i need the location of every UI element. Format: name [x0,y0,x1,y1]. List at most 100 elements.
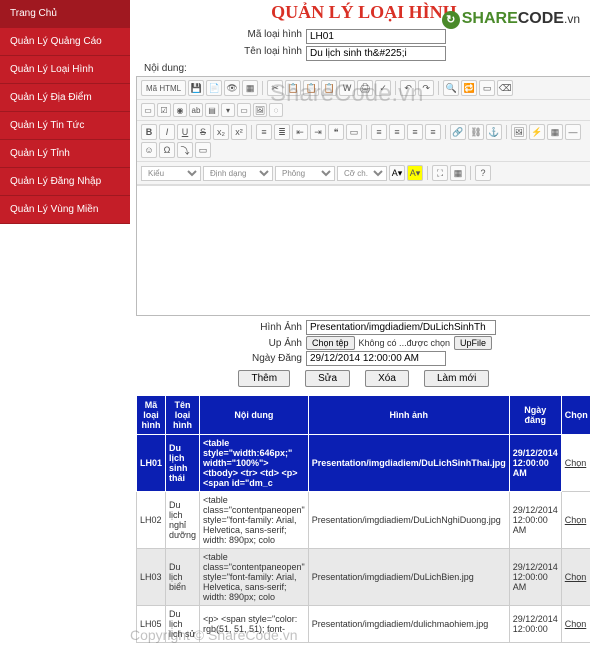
subscript-icon[interactable]: x₂ [213,124,229,140]
sidebar-item-province[interactable]: Quản Lý Tỉnh [0,140,130,168]
about-icon[interactable]: ? [475,165,491,181]
cell-ma: LH02 [137,492,166,549]
upanh-label: Up Ảnh [136,338,306,349]
paste-text-icon[interactable]: 📋 [321,80,337,96]
save-icon[interactable]: 💾 [188,80,204,96]
selectall-icon[interactable]: ▭ [479,80,495,96]
format-select[interactable]: Định dạng [203,166,273,181]
sidebar-item-ads[interactable]: Quản Lý Quảng Cáo [0,28,130,56]
unlink-icon[interactable]: ⛓ [468,124,484,140]
div-icon[interactable]: ▭ [346,124,362,140]
copy-icon[interactable]: 📋 [285,80,301,96]
quote-icon[interactable]: ❝ [328,124,344,140]
edit-button[interactable]: Sửa [305,370,350,387]
italic-icon[interactable]: I [159,124,175,140]
ma-input[interactable] [306,29,446,44]
align-right-icon[interactable]: ≡ [407,124,423,140]
strike-icon[interactable]: S [195,124,211,140]
ul-icon[interactable]: ≣ [274,124,290,140]
table-icon[interactable]: ▦ [547,124,563,140]
outdent-icon[interactable]: ⇤ [292,124,308,140]
choose-file-button[interactable]: Chọn tệp [306,336,355,350]
paste-icon[interactable]: 📋 [303,80,319,96]
sidebar-item-login[interactable]: Quản Lý Đăng Nhập [0,168,130,196]
watermark-brand: ↻SHARECODE.vn [442,10,580,29]
ngaydang-input[interactable] [306,351,446,366]
recycle-icon: ↻ [442,11,460,29]
template-icon[interactable]: ▦ [242,80,258,96]
align-center-icon[interactable]: ≡ [389,124,405,140]
sidebar: Trang Chủ Quản Lý Quảng Cáo Quản Lý Loại… [0,0,130,224]
cut-icon[interactable]: ✂ [267,80,283,96]
indent-icon[interactable]: ⇥ [310,124,326,140]
font-select[interactable]: Phông [275,166,335,181]
cell-ma: LH01 [137,435,166,492]
size-select[interactable]: Cỡ ch... [337,166,387,181]
superscript-icon[interactable]: x² [231,124,247,140]
bold-icon[interactable]: B [141,124,157,140]
bgcolor-icon[interactable]: A▾ [407,165,423,181]
link-icon[interactable]: 🔗 [450,124,466,140]
iframe-icon[interactable]: ▭ [195,142,211,158]
add-button[interactable]: Thêm [238,370,290,387]
radio-icon[interactable]: ◉ [173,103,187,117]
undo-icon[interactable]: ↶ [400,80,416,96]
upfile-button[interactable]: UpFile [454,336,492,350]
sidebar-item-location[interactable]: Quản Lý Địa Điểm [0,84,130,112]
image-btn-icon[interactable]: 🖼 [253,103,267,117]
select-link[interactable]: Chọn [565,515,587,525]
sidebar-item-home[interactable]: Trang Chủ [0,0,130,28]
new-icon[interactable]: 📄 [206,80,222,96]
select-link[interactable]: Chọn [565,619,587,629]
print-icon[interactable]: 🖨 [357,80,373,96]
sidebar-item-type[interactable]: Quản Lý Loại Hình [0,56,130,84]
paste-word-icon[interactable]: W [339,80,355,96]
smiley-icon[interactable]: ☺ [141,142,157,158]
style-select[interactable]: Kiểu [141,166,201,181]
cell-ten: Du lịch sinh thái [166,435,200,492]
anchor-icon[interactable]: ⚓ [486,124,502,140]
justify-icon[interactable]: ≡ [425,124,441,140]
editor-body[interactable] [137,185,590,315]
textfield-icon[interactable]: ab [189,103,203,117]
pagebreak-icon[interactable]: ⤵ [177,142,193,158]
preview-icon[interactable]: 👁 [224,80,240,96]
find-icon[interactable]: 🔍 [443,80,459,96]
hr-icon[interactable]: ― [565,124,581,140]
redo-icon[interactable]: ↷ [418,80,434,96]
flash-icon[interactable]: ⚡ [529,124,545,140]
ten-label: Tên loại hình [136,46,306,61]
cell-chon: Chọn [561,606,590,643]
sidebar-item-news[interactable]: Quản Lý Tin Tức [0,112,130,140]
maximize-icon[interactable]: ⛶ [432,165,448,181]
select-link[interactable]: Chọn [565,458,587,468]
editor-toolbar-3: B I U S x₂ x² ≡ ≣ ⇤ ⇥ ❝ ▭ ≡ ≡ ≡ ≡ 🔗 [137,121,590,162]
replace-icon[interactable]: 🔁 [461,80,477,96]
delete-button[interactable]: Xóa [365,370,409,387]
clear-icon[interactable]: ⌫ [497,80,513,96]
button-icon[interactable]: ▭ [237,103,251,117]
form-icon[interactable]: ▭ [141,103,155,117]
textarea-icon[interactable]: ▤ [205,103,219,117]
blocks-icon[interactable]: ▦ [450,165,466,181]
sidebar-item-region[interactable]: Quản Lý Vùng Miền [0,196,130,224]
underline-icon[interactable]: U [177,124,193,140]
select-link[interactable]: Chọn [565,572,587,582]
col-ten: Tên loại hình [166,396,200,435]
special-icon[interactable]: Ω [159,142,175,158]
select-icon[interactable]: ▾ [221,103,235,117]
checkbox-icon[interactable]: ☑ [157,103,171,117]
cell-noidung: <table class="contentpaneopen" style="fo… [199,492,308,549]
textcolor-icon[interactable]: A▾ [389,165,405,181]
cell-ten: Du lịch nghỉ dưỡng [166,492,200,549]
ol-icon[interactable]: ≡ [256,124,272,140]
hinhanh-input[interactable] [306,320,496,335]
hidden-icon[interactable]: ◌ [269,103,283,117]
cell-noidung: <table class="contentpaneopen" style="fo… [199,549,308,606]
ten-input[interactable] [306,46,446,61]
image-icon[interactable]: 🖼 [511,124,527,140]
html-source-button[interactable]: Mã HTML [141,80,186,96]
spell-icon[interactable]: ✓ [375,80,391,96]
align-left-icon[interactable]: ≡ [371,124,387,140]
refresh-button[interactable]: Làm mới [424,370,489,387]
